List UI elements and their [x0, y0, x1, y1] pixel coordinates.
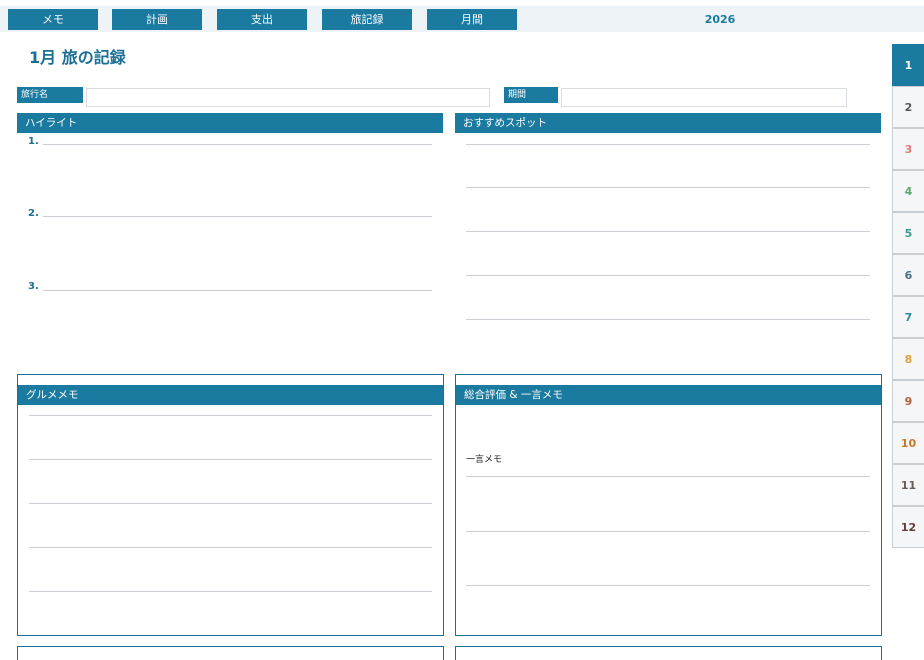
tab-plan[interactable]: 計画 [112, 9, 202, 30]
month-tab-12[interactable]: 12 [892, 506, 924, 548]
month-tab-7[interactable]: 7 [892, 296, 924, 338]
spot-line[interactable] [466, 231, 870, 232]
highlight-number-3: 3. [28, 281, 39, 292]
month-tab-6[interactable]: 6 [892, 254, 924, 296]
highlights-header: ハイライト [17, 113, 443, 133]
tab-expense[interactable]: 支出 [217, 9, 307, 30]
gourmet-line[interactable] [29, 503, 432, 504]
one-line-memo-label: 一言メモ [466, 455, 503, 465]
month-tab-11[interactable]: 11 [892, 464, 924, 506]
trip-name-field[interactable] [86, 88, 490, 107]
highlight-line-1[interactable] [43, 144, 432, 145]
next-section-box-right [455, 646, 882, 660]
gourmet-line[interactable] [29, 591, 432, 592]
tab-monthly[interactable]: 月間 [427, 9, 517, 30]
tab-travel-log[interactable]: 旅記録 [322, 9, 412, 30]
month-tab-3[interactable]: 3 [892, 128, 924, 170]
rating-memo-line[interactable] [466, 585, 870, 586]
rating-memo-line[interactable] [466, 476, 870, 477]
spot-line[interactable] [466, 187, 870, 188]
next-section-box-left [17, 646, 444, 660]
month-tab-9[interactable]: 9 [892, 380, 924, 422]
year-label: 2026 [704, 13, 736, 26]
gourmet-line[interactable] [29, 459, 432, 460]
highlight-number-1: 1. [28, 136, 39, 147]
rating-memo-box [455, 374, 882, 636]
gourmet-memo-box [17, 374, 444, 636]
rating-header: 総合評価 & 一言メモ [456, 385, 881, 405]
month-tab-4[interactable]: 4 [892, 170, 924, 212]
spot-line[interactable] [466, 144, 870, 145]
spot-line[interactable] [466, 319, 870, 320]
month-tab-10[interactable]: 10 [892, 422, 924, 464]
page-title: 1月 旅の記録 [29, 48, 126, 67]
trip-name-label: 旅行名 [17, 87, 83, 103]
highlight-line-3[interactable] [43, 290, 432, 291]
period-label: 期間 [504, 87, 558, 103]
month-tab-2[interactable]: 2 [892, 86, 924, 128]
gourmet-header: グルメメモ [18, 385, 443, 405]
period-field[interactable] [561, 88, 847, 107]
rating-memo-line[interactable] [466, 531, 870, 532]
gourmet-line[interactable] [29, 415, 432, 416]
month-tab-1[interactable]: 1 [892, 44, 924, 86]
spots-header: おすすめスポット [455, 113, 881, 133]
month-tab-8[interactable]: 8 [892, 338, 924, 380]
month-tab-5[interactable]: 5 [892, 212, 924, 254]
highlight-number-2: 2. [28, 208, 39, 219]
highlight-line-2[interactable] [43, 216, 432, 217]
tab-memo[interactable]: メモ [8, 9, 98, 30]
spot-line[interactable] [466, 275, 870, 276]
gourmet-line[interactable] [29, 547, 432, 548]
